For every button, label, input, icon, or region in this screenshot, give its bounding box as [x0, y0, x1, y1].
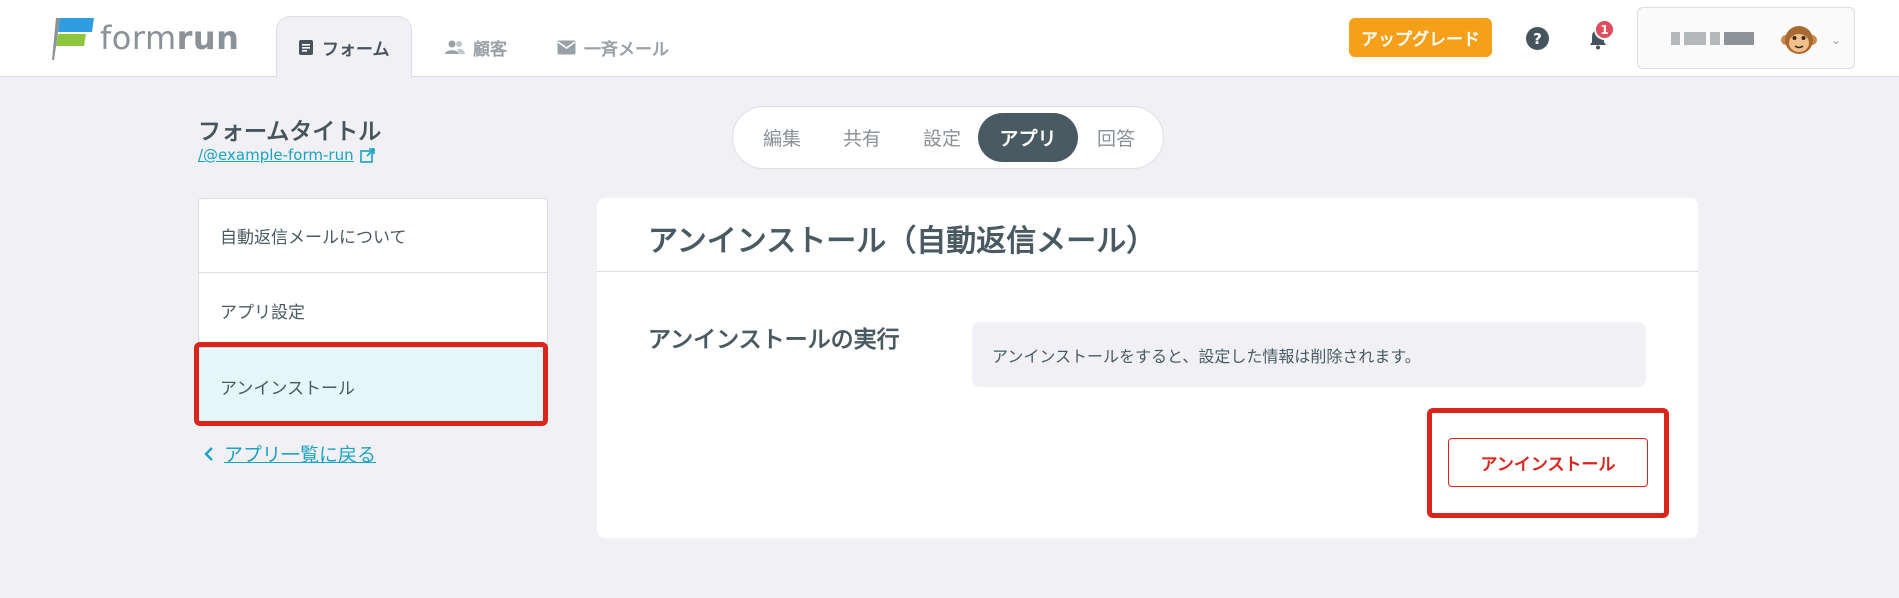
sidebar-item-auto-reply-about[interactable]: 自動返信メールについて [199, 199, 547, 273]
form-title: フォームタイトル [198, 119, 382, 145]
card-divider [597, 271, 1698, 272]
form-link-text: /@example-form-run [198, 146, 354, 164]
page-title: アンインストール（自動返信メール） [648, 224, 1157, 259]
top-header: formrun フォーム 顧客 一斉メール アップグレード ? 1 ⌄ [0, 0, 1899, 78]
logo-text-bold: run [176, 19, 240, 57]
sidebar-highlight-box [194, 342, 548, 426]
user-name-redacted [1671, 32, 1754, 45]
tab-edit[interactable]: 編集 [747, 113, 817, 162]
formrun-logo[interactable]: formrun [52, 16, 239, 60]
upgrade-button[interactable]: アップグレード [1349, 18, 1492, 57]
nav-tab-label: 顧客 [473, 39, 507, 60]
button-highlight-box [1427, 408, 1669, 518]
nav-tab-label: 一斉メール [584, 39, 669, 60]
tab-apps[interactable]: アプリ [978, 113, 1078, 162]
tab-responses[interactable]: 回答 [1081, 113, 1151, 162]
form-public-link[interactable]: /@example-form-run [198, 146, 375, 164]
help-icon[interactable]: ? [1526, 27, 1549, 50]
back-link-label: アプリ一覧に戻る [224, 444, 377, 466]
nav-tab-mass-mail[interactable]: 一斉メール [536, 16, 690, 78]
logo-mark-icon [52, 18, 94, 60]
chevron-down-icon: ⌄ [1831, 33, 1842, 47]
section-title: アンインストールの実行 [648, 327, 900, 353]
nav-tab-label: フォーム [322, 40, 390, 60]
chevron-left-icon [204, 446, 213, 461]
logo-text-light: form [100, 19, 177, 57]
form-section-tabs: 編集 共有 設定 アプリ 回答 [732, 106, 1164, 169]
sidebar-item-app-settings[interactable]: アプリ設定 [199, 274, 547, 348]
external-link-icon [359, 147, 375, 163]
tab-share[interactable]: 共有 [827, 113, 897, 162]
back-to-app-list-link[interactable]: アプリ一覧に戻る [204, 440, 376, 467]
notification-badge: 1 [1594, 19, 1615, 40]
uninstall-notice: アンインストールをすると、設定した情報は削除されます。 [972, 322, 1646, 387]
monkey-avatar-icon [1781, 26, 1817, 54]
mail-icon [557, 40, 576, 55]
nav-tab-customers[interactable]: 顧客 [424, 16, 528, 78]
nav-tab-forms[interactable]: フォーム [276, 16, 412, 78]
people-icon [445, 39, 465, 55]
document-icon [298, 39, 314, 56]
user-menu[interactable]: ⌄ [1637, 7, 1855, 69]
tab-settings[interactable]: 設定 [907, 113, 977, 162]
